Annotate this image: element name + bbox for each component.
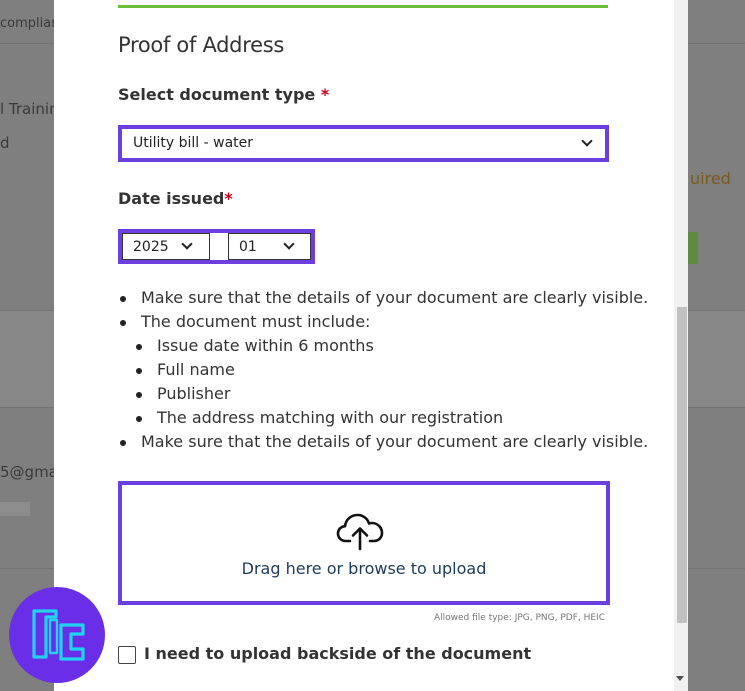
scrollbar-thumb[interactable] (677, 307, 687, 623)
bullet (120, 296, 126, 302)
modal-title: Proof of Address (118, 33, 284, 57)
cloud-upload-icon (336, 513, 384, 551)
bullet (136, 392, 142, 398)
list-item: The address matching with our registrati… (157, 408, 504, 427)
list-item: Make sure that the details of your docum… (141, 288, 649, 307)
background-block (0, 502, 30, 516)
list-item: Full name (157, 360, 235, 379)
year-value: 2025 (133, 239, 169, 255)
bullet (136, 368, 142, 374)
scroll-down-arrow-icon[interactable] (676, 676, 684, 681)
chevron-down-icon (181, 238, 193, 250)
date-issued-label-text: Date issued (118, 189, 225, 208)
bullet (120, 320, 126, 326)
progress-line (118, 5, 608, 8)
background-text: uired (690, 169, 731, 188)
required-mark: * (320, 85, 330, 104)
date-issued-label: Date issued* (118, 189, 233, 208)
document-type-label: Select document type * (118, 85, 329, 104)
list-item: The document must include: (141, 312, 371, 331)
bullet (136, 344, 142, 350)
year-select[interactable]: 2025 (122, 233, 210, 260)
background-text: d (0, 134, 10, 152)
document-type-value: Utility bill - water (133, 135, 254, 151)
upload-instructions: Drag here or browse to upload (241, 559, 487, 578)
proof-of-address-modal: Proof of Address Select document type * … (54, 0, 688, 691)
backside-checkbox-label[interactable]: I need to upload backside of the documen… (144, 644, 531, 663)
bullet (120, 440, 126, 446)
allowed-file-types: Allowed file type: JPG, PNG, PDF, HEIC (434, 613, 605, 623)
required-mark: * (224, 189, 233, 208)
backside-checkbox[interactable] (118, 646, 136, 664)
list-item: Publisher (157, 384, 231, 403)
document-type-select[interactable]: Utility bill - water (118, 125, 609, 162)
list-item: Issue date within 6 months (157, 336, 374, 355)
chevron-down-icon (283, 238, 295, 250)
background-button (688, 232, 698, 264)
brand-logo (9, 587, 105, 683)
month-select[interactable]: 01 (228, 233, 311, 260)
upload-dropzone[interactable]: Drag here or browse to upload (118, 481, 610, 605)
logo-mark-icon (32, 609, 85, 661)
document-type-label-text: Select document type (118, 85, 316, 104)
date-issued-picker: 2025 01 (118, 229, 315, 264)
list-item: Make sure that the details of your docum… (141, 432, 649, 451)
month-value: 01 (239, 239, 257, 255)
chevron-down-icon (581, 135, 593, 147)
background-text: complian (0, 16, 60, 31)
bullet (136, 416, 142, 422)
